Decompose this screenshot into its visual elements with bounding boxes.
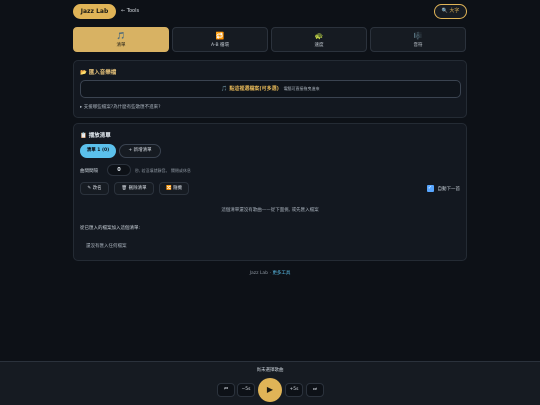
choose-files-button[interactable]: 🎵 點這裡選檔案(可多選) 電腦可直接拖曳進來 xyxy=(80,80,461,98)
tab-label: A-B 循環 xyxy=(211,43,229,48)
empty-playlist-message: 這個清單還沒有歌曲——從下面挑, 或先匯入檔案 xyxy=(221,208,319,213)
drag-hint: 電腦可直接拖曳進來 xyxy=(283,86,320,91)
add-list-button[interactable]: + 新增清單 xyxy=(119,144,161,158)
no-imported-files-message: 還沒有匯入任何檔案 xyxy=(86,244,127,249)
play-button[interactable]: ▶ xyxy=(258,378,282,402)
brand-button[interactable]: Jazz Lab xyxy=(73,4,116,19)
tab-playlist[interactable]: 🎵 清單 xyxy=(73,27,169,52)
choose-files-label: 🎵 點這裡選檔案(可多選) xyxy=(221,86,279,92)
gap-seconds-input[interactable]: 0 xyxy=(107,164,131,176)
gap-label: 曲間間隔 xyxy=(80,169,98,174)
footer: Jazz Lab · 更多工具 xyxy=(0,270,540,276)
more-tools-link[interactable]: 更多工具 xyxy=(272,271,290,276)
tab-notes[interactable]: 🎼 音符 xyxy=(370,27,466,52)
tab-label: 音符 xyxy=(413,43,423,48)
rename-button[interactable]: ✎ 改名 xyxy=(80,182,109,195)
checkbox-checked-icon[interactable]: ✓ xyxy=(426,185,434,192)
large-font-button[interactable]: 🔍 大字 xyxy=(434,4,467,19)
tab-ab-loop[interactable]: 🔁 A-B 循環 xyxy=(172,27,268,52)
tab-label: 清單 xyxy=(116,43,126,48)
delete-list-button[interactable]: 🗑 刪除清單 xyxy=(114,182,154,195)
playlist-title: 📋 播放清單 xyxy=(80,133,111,139)
supported-files-details[interactable]: ▸ 支援哪些檔案?為什麼有些歌匯不進來? xyxy=(80,104,160,110)
import-title: 📂 匯入音樂檔 xyxy=(80,70,117,76)
shuffle-button[interactable]: 🔀 隨機 xyxy=(159,182,189,195)
music-note-icon: 🎵 xyxy=(116,32,126,40)
tab-bar: 🎵 清單 🔁 A-B 循環 🐢 速度 🎼 音符 xyxy=(73,27,467,52)
music-score-icon: 🎼 xyxy=(413,32,423,40)
rewind-5s-button[interactable]: −5s xyxy=(237,383,255,397)
top-bar: Jazz Lab ← Tools 🔍 大字 xyxy=(73,4,467,20)
footer-text: Jazz Lab · xyxy=(249,271,273,276)
next-track-button[interactable]: ⏭ xyxy=(306,383,324,397)
tab-speed[interactable]: 🐢 速度 xyxy=(271,27,367,52)
now-playing: 尚未選擇歌曲 xyxy=(256,368,284,373)
playlist-panel: 📋 播放清單 清單 1 (0) + 新增清單 曲間間隔 0 秒, 若沒填就靜音。… xyxy=(73,123,467,261)
repeat-icon: 🔁 xyxy=(215,32,225,40)
autonext-toggle[interactable]: ✓ 自動下一首 xyxy=(426,185,461,192)
import-panel: 📂 匯入音樂檔 🎵 點這裡選檔案(可多選) 電腦可直接拖曳進來 ▸ 支援哪些檔案… xyxy=(73,60,467,118)
gap-help-text: 秒, 若沒填就靜音。 關閉或休息 xyxy=(135,168,191,173)
player-bar: 尚未選擇歌曲 ⏮ −5s ▶ +5s ⏭ xyxy=(0,361,540,405)
playlist-pill[interactable]: 清單 1 (0) xyxy=(80,144,116,158)
tools-link[interactable]: ← Tools xyxy=(121,8,139,14)
previous-track-button[interactable]: ⏮ xyxy=(217,383,235,397)
turtle-icon: 🐢 xyxy=(314,32,324,40)
tab-label: 速度 xyxy=(314,43,324,48)
autonext-label: 自動下一首 xyxy=(437,187,461,192)
forward-5s-button[interactable]: +5s xyxy=(285,383,303,397)
add-from-imported-label: 從已匯入的檔案加入這個清單: xyxy=(80,226,141,231)
